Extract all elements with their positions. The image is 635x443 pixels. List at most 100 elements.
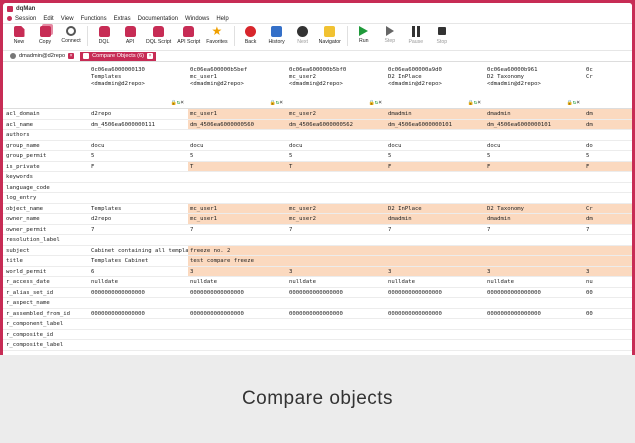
attribute-value[interactable]: 00 bbox=[584, 288, 632, 298]
attribute-value[interactable]: Cr bbox=[584, 203, 632, 213]
attribute-value[interactable] bbox=[287, 256, 386, 266]
attribute-value[interactable] bbox=[485, 319, 584, 329]
attribute-value[interactable] bbox=[584, 183, 632, 193]
toolbar-button-back[interactable]: Back bbox=[241, 26, 261, 45]
attribute-value[interactable]: 0000000000000000 bbox=[287, 288, 386, 298]
attribute-value[interactable]: dmadmin bbox=[386, 109, 485, 119]
attribute-value[interactable]: 0000000000000000 bbox=[188, 288, 287, 298]
attribute-value[interactable] bbox=[485, 183, 584, 193]
attribute-value[interactable] bbox=[287, 298, 386, 308]
menu-documentation[interactable]: Documentation bbox=[138, 16, 178, 22]
attribute-value[interactable] bbox=[584, 340, 632, 350]
toolbar-button-pause[interactable]: Pause bbox=[406, 26, 426, 45]
attribute-value[interactable] bbox=[485, 298, 584, 308]
attribute-value[interactable]: nulldate bbox=[188, 277, 287, 287]
attribute-value[interactable]: mc_user1 bbox=[188, 109, 287, 119]
attribute-value[interactable]: 0000000000000000 bbox=[89, 288, 188, 298]
attribute-value[interactable] bbox=[485, 235, 584, 245]
attribute-value[interactable]: test compare freeze bbox=[188, 256, 287, 266]
attribute-value[interactable] bbox=[287, 245, 386, 255]
toolbar-button-navigator[interactable]: Navigator bbox=[319, 26, 341, 45]
attribute-value[interactable]: 0000000000000000 bbox=[287, 309, 386, 319]
attribute-value[interactable] bbox=[485, 130, 584, 140]
attribute-value[interactable] bbox=[485, 245, 584, 255]
close-icon[interactable]: × bbox=[279, 99, 283, 106]
attribute-value[interactable]: T bbox=[188, 161, 287, 171]
close-icon[interactable]: × bbox=[477, 99, 481, 106]
attribute-value[interactable] bbox=[386, 172, 485, 182]
close-icon[interactable]: × bbox=[68, 53, 75, 59]
attribute-value[interactable]: 7 bbox=[188, 225, 287, 235]
attribute-value[interactable] bbox=[287, 193, 386, 203]
attribute-value[interactable]: dmadmin bbox=[485, 109, 584, 119]
attribute-value[interactable] bbox=[89, 298, 188, 308]
attribute-value[interactable]: F bbox=[584, 161, 632, 171]
toolbar-button-connect[interactable]: Connect bbox=[61, 26, 81, 44]
close-icon[interactable]: × bbox=[576, 99, 580, 106]
menu-functions[interactable]: Functions bbox=[81, 16, 107, 22]
attribute-value[interactable]: 5 bbox=[188, 151, 287, 161]
attribute-value[interactable] bbox=[386, 235, 485, 245]
attribute-value[interactable] bbox=[89, 319, 188, 329]
attribute-value[interactable] bbox=[287, 183, 386, 193]
attribute-value[interactable]: dmadmin bbox=[386, 214, 485, 224]
column-header[interactable]: 0c Cr bbox=[584, 63, 632, 108]
attribute-value[interactable] bbox=[485, 172, 584, 182]
attribute-value[interactable]: mc_user2 bbox=[287, 214, 386, 224]
attribute-value[interactable] bbox=[287, 130, 386, 140]
attribute-value[interactable]: Templates bbox=[89, 204, 188, 214]
attribute-value[interactable]: dm_4506ea6000000111 bbox=[89, 120, 188, 130]
column-header[interactable]: 0c06ea600000b5bf0 mc_user2 <dmadmin@d2repo… bbox=[287, 63, 386, 108]
attribute-value[interactable] bbox=[188, 235, 287, 245]
attribute-value[interactable] bbox=[584, 193, 632, 203]
attribute-value[interactable]: d2repo bbox=[89, 214, 188, 224]
attribute-value[interactable]: T bbox=[287, 161, 386, 171]
attribute-value[interactable] bbox=[584, 245, 632, 255]
attribute-value[interactable] bbox=[188, 330, 287, 340]
attribute-value[interactable]: 5 bbox=[485, 151, 584, 161]
attribute-value[interactable]: 5 bbox=[386, 151, 485, 161]
attribute-value[interactable] bbox=[89, 193, 188, 203]
attribute-value[interactable] bbox=[485, 193, 584, 203]
menu-edit[interactable]: Edit bbox=[43, 16, 53, 22]
attribute-value[interactable]: docu bbox=[287, 141, 386, 151]
menu-session[interactable]: Session bbox=[15, 16, 36, 22]
attribute-value[interactable] bbox=[584, 298, 632, 308]
attribute-value[interactable]: dm bbox=[584, 214, 632, 224]
attribute-value[interactable] bbox=[485, 340, 584, 350]
toolbar-button-next[interactable]: Next bbox=[293, 26, 313, 45]
attribute-value[interactable] bbox=[287, 172, 386, 182]
attribute-value[interactable] bbox=[386, 330, 485, 340]
toolbar-button-copy[interactable]: Copy bbox=[35, 26, 55, 45]
tab-session[interactable]: dmadmin@d2repo × bbox=[7, 52, 77, 61]
menu-view[interactable]: View bbox=[61, 16, 74, 22]
attribute-value[interactable]: 0000000000000000 bbox=[485, 288, 584, 298]
column-header[interactable]: 0c06ea600000a9d0 D2 InPlace <dmadmin@d2rep… bbox=[386, 63, 485, 108]
attribute-value[interactable]: 00 bbox=[584, 309, 632, 319]
tab-compare-objects[interactable]: Compare Objects (6) × bbox=[80, 51, 157, 61]
attribute-value[interactable] bbox=[584, 330, 632, 340]
attribute-value[interactable]: dmadmin bbox=[485, 214, 584, 224]
attribute-value[interactable] bbox=[188, 183, 287, 193]
attribute-value[interactable]: 0000000000000000 bbox=[188, 309, 287, 319]
attribute-value[interactable] bbox=[386, 183, 485, 193]
attribute-value[interactable] bbox=[188, 193, 287, 203]
attribute-value[interactable]: do bbox=[584, 141, 632, 151]
attribute-value[interactable] bbox=[188, 130, 287, 140]
attribute-value[interactable]: 3 bbox=[188, 266, 287, 276]
attribute-value[interactable]: D2 InPlace bbox=[386, 203, 485, 213]
attribute-value[interactable]: F bbox=[386, 161, 485, 171]
attribute-value[interactable]: 5 bbox=[287, 151, 386, 161]
attribute-value[interactable] bbox=[188, 172, 287, 182]
attribute-value[interactable]: mc_user2 bbox=[287, 109, 386, 119]
attribute-value[interactable]: 0000000000000000 bbox=[386, 288, 485, 298]
toolbar-button-new[interactable]: New bbox=[9, 26, 29, 45]
attribute-value[interactable]: docu bbox=[386, 141, 485, 151]
toolbar-button-dql[interactable]: DQL bbox=[94, 26, 114, 45]
column-header[interactable]: 0c06ea60000b961 D2 Taxonomy <dmadmin@d2rep… bbox=[485, 63, 584, 108]
attribute-value[interactable]: D2 Taxonomy bbox=[485, 203, 584, 213]
close-icon[interactable]: × bbox=[147, 53, 154, 59]
attribute-value[interactable]: dm_4506ea6000000560 bbox=[188, 119, 287, 129]
attribute-value[interactable]: 3 bbox=[287, 266, 386, 276]
attribute-value[interactable] bbox=[89, 235, 188, 245]
